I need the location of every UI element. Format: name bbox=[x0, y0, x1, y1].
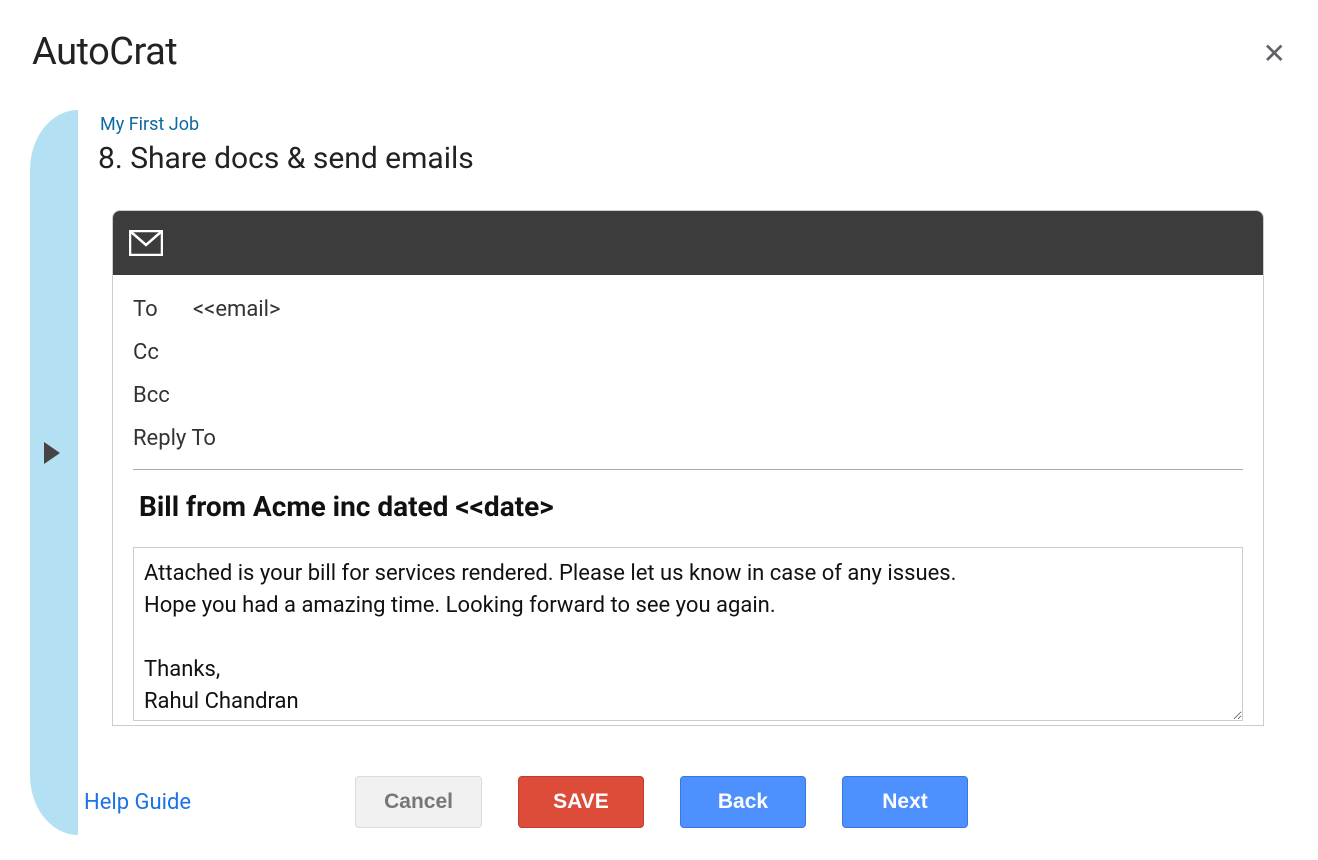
expand-sidebar-arrow[interactable] bbox=[44, 442, 60, 464]
to-input[interactable] bbox=[193, 297, 1243, 322]
help-guide-link[interactable]: Help Guide bbox=[84, 790, 191, 815]
bcc-input[interactable] bbox=[193, 383, 1243, 408]
field-divider bbox=[133, 469, 1243, 470]
close-button[interactable]: ✕ bbox=[1263, 40, 1286, 68]
email-icon bbox=[129, 230, 163, 256]
close-icon: ✕ bbox=[1263, 37, 1286, 70]
cancel-button[interactable]: Cancel bbox=[355, 776, 482, 828]
subject-input[interactable] bbox=[133, 482, 1243, 537]
sidebar-panel bbox=[30, 110, 78, 835]
app-title: AutoCrat bbox=[0, 0, 1318, 74]
reply-to-label: Reply To bbox=[133, 426, 233, 451]
email-panel: To Cc Bcc Reply To bbox=[112, 210, 1264, 726]
cc-label: Cc bbox=[133, 340, 181, 365]
reply-to-field-row: Reply To bbox=[133, 426, 1243, 451]
back-button[interactable]: Back bbox=[680, 776, 806, 828]
job-name: My First Job bbox=[100, 114, 1288, 135]
next-button[interactable]: Next bbox=[842, 776, 968, 828]
bcc-label: Bcc bbox=[133, 383, 181, 408]
bcc-field-row: Bcc bbox=[133, 383, 1243, 408]
to-label: To bbox=[133, 297, 181, 322]
save-button[interactable]: SAVE bbox=[518, 776, 644, 828]
email-header bbox=[113, 211, 1263, 275]
to-field-row: To bbox=[133, 297, 1243, 322]
step-heading: 8. Share docs & send emails bbox=[98, 141, 1288, 176]
reply-to-input[interactable] bbox=[245, 426, 1243, 451]
cc-field-row: Cc bbox=[133, 340, 1243, 365]
cc-input[interactable] bbox=[193, 340, 1243, 365]
email-body-textarea[interactable] bbox=[133, 547, 1243, 721]
